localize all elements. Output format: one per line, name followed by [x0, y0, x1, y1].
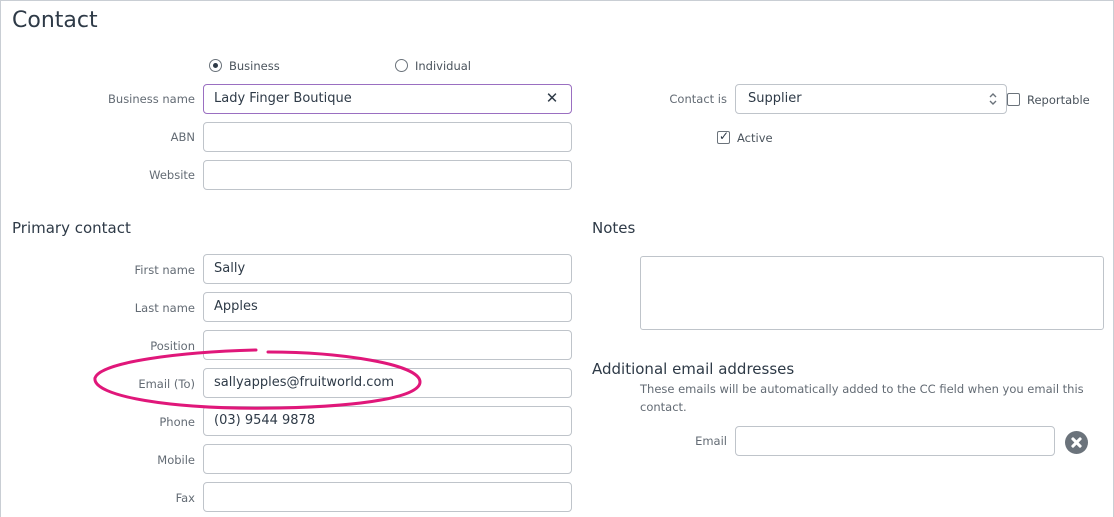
radio-individual-label[interactable]: Individual — [415, 59, 471, 73]
mobile-label: Mobile — [157, 453, 195, 467]
website-label: Website — [149, 168, 195, 182]
page-title: Contact — [12, 8, 98, 33]
first-name-input[interactable]: Sally — [203, 254, 572, 284]
check-icon: ✓ — [719, 129, 730, 143]
chevron-up-down-icon — [989, 93, 997, 105]
active-checkbox[interactable]: ✓ — [717, 129, 730, 144]
fax-label: Fax — [175, 491, 195, 505]
phone-input[interactable]: (03) 9544 9878 — [203, 406, 572, 436]
additional-emails-title: Additional email addresses — [592, 360, 795, 378]
business-name-value: Lady Finger Boutique — [214, 91, 352, 106]
active-label[interactable]: Active — [737, 131, 773, 145]
additional-email-input[interactable] — [735, 426, 1055, 456]
email-to-label: Email (To) — [138, 377, 195, 391]
business-name-input[interactable]: Lady Finger Boutique ✕ — [203, 84, 572, 114]
additional-emails-helper: These emails will be automatically added… — [640, 382, 1084, 414]
close-icon[interactable]: ✕ — [545, 91, 559, 106]
position-input[interactable] — [203, 330, 572, 360]
mobile-input[interactable] — [203, 444, 572, 474]
radio-individual[interactable] — [395, 59, 408, 72]
abn-input[interactable] — [203, 122, 572, 152]
contact-is-value: Supplier — [748, 91, 802, 106]
website-input[interactable] — [203, 160, 572, 190]
contact-is-select[interactable]: Supplier — [735, 84, 1007, 114]
contact-is-label: Contact is — [669, 92, 727, 106]
additional-email-label: Email — [695, 434, 727, 448]
notes-textarea[interactable] — [640, 256, 1104, 330]
fax-input[interactable] — [203, 482, 572, 512]
position-label: Position — [150, 339, 195, 353]
last-name-label: Last name — [134, 301, 195, 315]
abn-label: ABN — [170, 130, 195, 144]
radio-business[interactable] — [209, 59, 222, 72]
radio-business-label[interactable]: Business — [229, 59, 280, 73]
last-name-input[interactable]: Apples — [203, 292, 572, 322]
reportable-label[interactable]: Reportable — [1027, 93, 1090, 107]
remove-circle-icon[interactable] — [1065, 431, 1088, 454]
phone-label: Phone — [159, 415, 195, 429]
business-name-label: Business name — [108, 92, 195, 106]
primary-contact-title: Primary contact — [12, 219, 131, 237]
notes-title: Notes — [592, 219, 636, 237]
first-name-label: First name — [134, 263, 195, 277]
reportable-checkbox[interactable] — [1007, 93, 1020, 106]
email-to-input[interactable]: sallyapples@fruitworld.com — [203, 368, 572, 398]
